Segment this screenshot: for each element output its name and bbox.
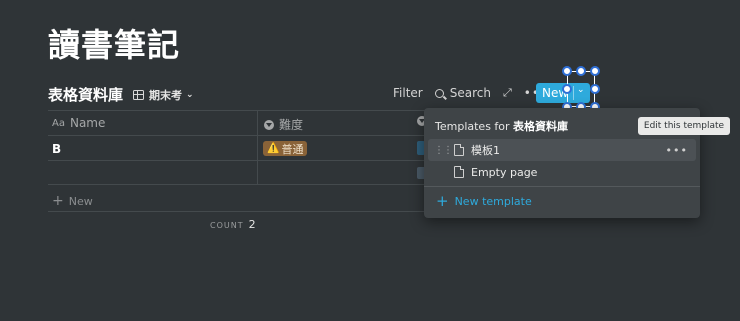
template-item[interactable]: Empty page (428, 161, 696, 183)
page-icon (454, 166, 464, 178)
count-footer[interactable]: COUNT 2 (210, 218, 256, 231)
selection-handle[interactable] (562, 84, 572, 94)
page-title: 讀書筆記 (48, 26, 181, 64)
count-value: 2 (248, 218, 256, 231)
filter-button[interactable]: Filter (393, 86, 423, 100)
selection-handle[interactable] (590, 66, 600, 76)
table-border (48, 110, 428, 111)
chevron-down-icon: ⌄ (186, 89, 194, 100)
new-template-label: New template (454, 195, 532, 208)
column-header-name[interactable]: Aa Name (52, 116, 105, 130)
column-header-label: Name (69, 116, 106, 130)
add-row-button[interactable]: + New (52, 193, 93, 209)
menu-divider (424, 186, 700, 187)
template-item-label: Empty page (471, 165, 538, 179)
difficulty-tag[interactable]: ⚠️ 普通 (263, 141, 308, 156)
tag-label: 普通 (281, 142, 304, 156)
drag-handle-icon[interactable]: ⋮⋮ (434, 145, 453, 156)
tooltip: Edit this template (638, 117, 730, 135)
page-icon (454, 144, 464, 156)
templates-menu-title: Templates for 表格資料庫 (435, 120, 569, 133)
selection-handle[interactable] (562, 66, 572, 76)
new-template-button[interactable]: + New template (436, 194, 532, 209)
warning-icon: ⚠️ (267, 143, 280, 154)
expand-icon[interactable]: ⤢ (503, 86, 512, 100)
column-header-difficulty[interactable]: 難度 (264, 116, 303, 133)
plus-icon: + (52, 193, 64, 209)
database-title[interactable]: 表格資料庫 (48, 84, 123, 105)
search-icon (434, 88, 444, 98)
table-border (48, 211, 428, 212)
templates-menu-db-name: 表格資料庫 (513, 120, 569, 133)
database-header: 表格資料庫 期末考 ⌄ (48, 84, 194, 105)
table-border (48, 184, 428, 185)
table-border (48, 160, 428, 161)
plus-icon: + (436, 192, 449, 210)
text-property-icon: Aa (52, 117, 65, 129)
search-label: Search (449, 86, 491, 100)
search-button[interactable]: Search (434, 86, 491, 100)
selection-handle[interactable] (590, 84, 600, 94)
template-item[interactable]: ⋮⋮ 模板1 ••• (428, 139, 696, 161)
template-item-label: 模板1 (471, 144, 500, 157)
view-selector[interactable]: 期末考 ⌄ (133, 87, 194, 103)
view-label: 期末考 (149, 88, 183, 102)
more-options-icon[interactable]: ••• (666, 144, 688, 157)
selection-handle[interactable] (576, 66, 586, 76)
count-label: COUNT (210, 221, 244, 230)
add-row-label: New (68, 194, 93, 208)
column-divider (257, 111, 258, 184)
table-border (48, 135, 428, 136)
table-view-icon (133, 89, 145, 100)
select-property-icon (264, 119, 274, 130)
table-cell-name[interactable]: B (52, 142, 61, 156)
column-header-label: 難度 (279, 118, 304, 132)
